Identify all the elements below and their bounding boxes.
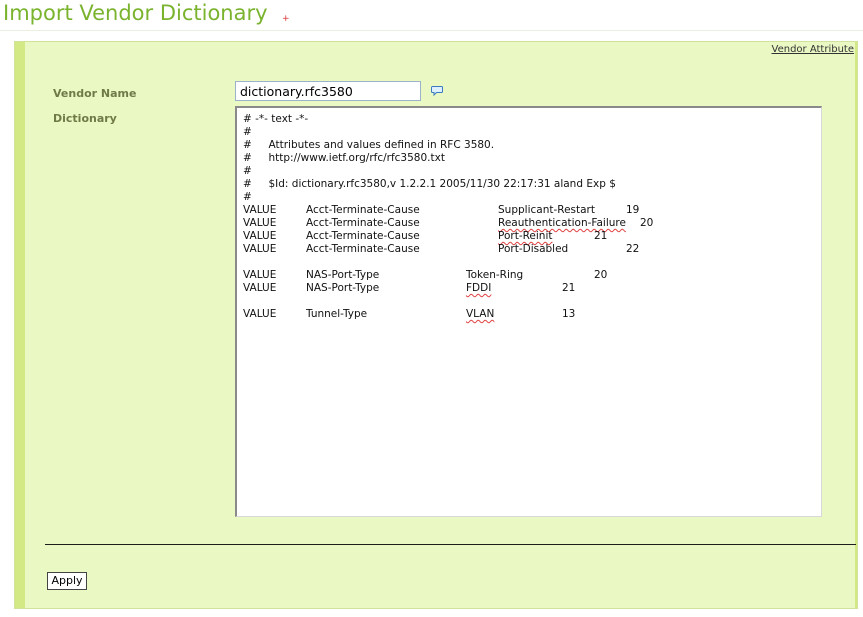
value-attribute: NAS-Port-Type [306,282,380,294]
value-row: VALUE Acct-Terminate-Cause Port-Disabled… [243,243,803,256]
value-row: VALUE Tunnel-Type VLAN 13 [243,308,803,321]
value-row: VALUE Acct-Terminate-Cause Reauthenticat… [243,217,803,230]
value-attribute: NAS-Port-Type [306,269,380,281]
value-number: 22 [626,243,640,255]
import-vendor-dictionary-page: Import Vendor Dictionary + Vendor Attrib… [0,0,863,617]
value-number: 13 [562,308,576,320]
dictionary-line: # [243,126,252,138]
dictionary-line: # -*- text -*- [243,113,309,125]
value-keyword: VALUE [243,217,277,229]
speech-bubble-icon[interactable] [431,82,443,97]
vendor-name-label: Vendor Name [53,87,137,100]
value-name: VLAN [466,308,495,320]
dictionary-line: # [243,165,252,177]
value-number: 21 [562,282,576,294]
form-divider [45,544,856,545]
value-keyword: VALUE [243,230,277,242]
value-name: Reauthentication-Failure [498,217,626,229]
panel-right-accent [855,42,857,608]
value-name: Port-Disabled [498,243,569,255]
required-marker: + [282,14,290,24]
vendor-attribute-link[interactable]: Vendor Attribute [772,44,854,55]
value-attribute: Acct-Terminate-Cause [306,217,420,229]
value-attribute: Tunnel-Type [306,308,368,320]
value-attribute: Acct-Terminate-Cause [306,243,420,255]
value-row: VALUE NAS-Port-Type Token-Ring 20 [243,269,803,282]
dictionary-label: Dictionary [53,112,117,125]
value-keyword: VALUE [243,282,277,294]
page-title: Import Vendor Dictionary [3,1,268,25]
dictionary-line: # http://www.ietf.org/rfc/rfc3580.txt [243,152,445,164]
title-divider [0,30,863,31]
value-name: Port-Reinit [498,230,553,242]
value-number: 21 [594,230,608,242]
vendor-name-input[interactable] [235,81,421,101]
value-name: Token-Ring [466,269,524,281]
value-name: FDDI [466,282,492,294]
apply-button[interactable]: Apply [47,572,87,590]
dictionary-textarea[interactable]: # -*- text -*- # # Attributes and values… [235,106,822,517]
value-keyword: VALUE [243,243,277,255]
value-keyword: VALUE [243,204,277,216]
panel-left-accent [15,42,25,608]
value-number: 20 [594,269,608,281]
dictionary-line: # $Id: dictionary.rfc3580,v 1.2.2.1 2005… [243,178,616,190]
value-number: 20 [640,217,654,229]
value-row: VALUE NAS-Port-Type FDDI 21 [243,282,803,295]
value-keyword: VALUE [243,269,277,281]
import-form-panel: Vendor Attribute Vendor Name Dictionary … [14,41,858,609]
value-attribute: Acct-Terminate-Cause [306,204,420,216]
value-name: Supplicant-Restart [498,204,595,216]
value-attribute: Acct-Terminate-Cause [306,230,420,242]
value-number: 19 [626,204,640,216]
value-row: VALUE Acct-Terminate-Cause Supplicant-Re… [243,204,803,217]
dictionary-line: # [243,191,252,203]
value-row: VALUE Acct-Terminate-Cause Port-Reinit 2… [243,230,803,243]
value-keyword: VALUE [243,308,277,320]
dictionary-line: # Attributes and values defined in RFC 3… [243,139,495,151]
